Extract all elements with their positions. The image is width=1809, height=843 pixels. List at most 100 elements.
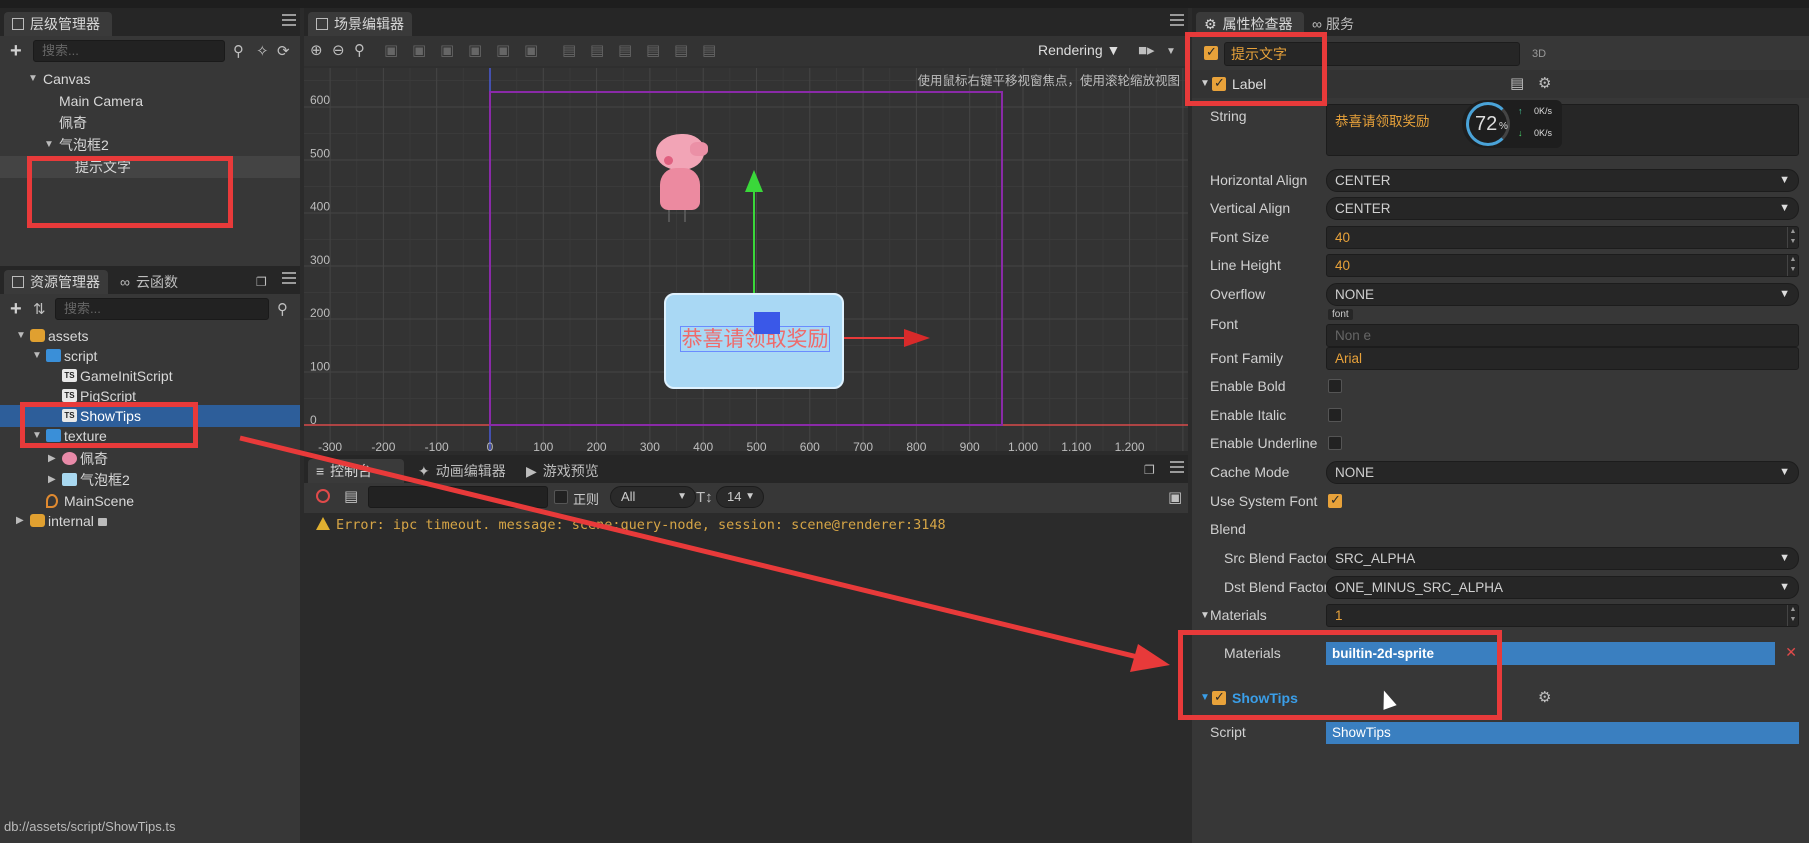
remove-icon[interactable]: ✕ (1785, 644, 1797, 661)
add-asset-button[interactable]: + (10, 299, 22, 319)
select-field[interactable]: NONE ▼ (1326, 283, 1799, 306)
expand-arrow-icon[interactable]: ▼ (32, 345, 42, 367)
popout-icon[interactable]: ❐ (256, 274, 267, 290)
checkbox[interactable] (1328, 492, 1342, 508)
zoom-out-icon[interactable]: ⊖ (332, 43, 345, 59)
zoom-in-icon[interactable]: ⊕ (310, 43, 323, 59)
string-textarea[interactable]: 恭喜请领取奖励 (1326, 104, 1799, 156)
tree-item-gameinitscript[interactable]: TS GameInitScript (0, 365, 300, 387)
component-gear-icon[interactable]: ⚙ (1538, 690, 1551, 706)
prop-row: Vertical Align CENTER ▼ (1192, 194, 1809, 222)
tab-hierarchy[interactable]: 层级管理器 (4, 12, 112, 36)
mode-3d-toggle[interactable]: 3D (1532, 48, 1546, 60)
align-center-icon[interactable]: ▣ (412, 43, 426, 59)
tree-item-main-camera[interactable]: Main Camera (0, 90, 300, 112)
console-filter-input[interactable] (368, 486, 548, 508)
select-field[interactable]: ONE_MINUS_SRC_ALPHA ▼ (1326, 576, 1799, 599)
expand-arrow-icon[interactable]: ▼ (16, 325, 26, 347)
tab-scene-editor[interactable]: 场景编辑器 (308, 12, 412, 36)
select-field[interactable]: SRC_ALPHA ▼ (1326, 547, 1799, 570)
stepper-icon[interactable]: ▲ ▼ (1787, 255, 1798, 276)
lock-icon (97, 518, 107, 526)
open-log-icon[interactable]: ▤ (344, 489, 358, 505)
checkbox[interactable] (1328, 408, 1342, 422)
anchor-point[interactable] (754, 312, 780, 334)
scene-canvas[interactable]: 600 500 400 300 200 100 0 -300 -200 -100 0 100 200 30… (304, 68, 1188, 451)
tree-item-internal[interactable]: ▶ internal (0, 510, 300, 532)
checkbox[interactable] (1328, 379, 1342, 393)
search-icon[interactable]: ⚲ (233, 44, 244, 60)
search-icon[interactable]: ⚲ (277, 302, 288, 318)
tab-cloud-functions[interactable]: ∞ 云函数 (112, 270, 188, 294)
render-mode-select[interactable]: Rendering ▼ (1038, 42, 1120, 58)
locate-icon[interactable]: ✧ (256, 44, 269, 60)
collapse-arrow-icon[interactable]: ▶ (16, 510, 24, 532)
assets-search-input[interactable]: 搜索... (55, 298, 269, 320)
scene-menu-icon[interactable] (1170, 14, 1184, 26)
number-input[interactable]: 1 ▲ ▼ (1326, 604, 1799, 627)
stepper-icon[interactable]: ▲ ▼ (1787, 605, 1798, 626)
align-bottom-icon[interactable]: ▣ (524, 43, 538, 59)
tree-item-mainscene[interactable]: MainScene (0, 490, 300, 512)
annotation-box (27, 156, 233, 228)
tab-game-preview[interactable]: ▶ 游戏预览 (518, 459, 609, 483)
tree-item-peppa[interactable]: 佩奇 (0, 112, 300, 134)
add-node-button[interactable]: + (10, 41, 22, 61)
font-size-select[interactable]: 14 ▼ (716, 486, 764, 508)
number-input[interactable]: 40 ▲ ▼ (1326, 254, 1799, 277)
zoom-fit-icon[interactable]: ⚲ (354, 43, 365, 59)
refresh-icon[interactable]: ⟳ (277, 44, 290, 60)
tree-item-bubble-texture[interactable]: ▶ 气泡框2 (0, 469, 300, 491)
hierarchy-menu-icon[interactable] (282, 14, 296, 26)
checkbox[interactable] (1328, 436, 1342, 450)
expand-arrow-icon[interactable]: ▼ (28, 68, 38, 90)
distribute-left-icon[interactable]: ▤ (646, 43, 660, 59)
align-top-icon[interactable]: ▣ (468, 43, 482, 59)
distribute-right-icon[interactable]: ▤ (702, 43, 716, 59)
tree-item-assets[interactable]: ▼ assets (0, 325, 300, 347)
console-menu-icon[interactable] (1170, 461, 1184, 473)
tab-console[interactable]: ≡ 控制台 (308, 459, 404, 483)
camera-dropdown-icon[interactable]: ▼ (1166, 44, 1176, 60)
tab-animation-editor[interactable]: ✦ 动画编辑器 (410, 459, 516, 483)
regex-checkbox[interactable] (554, 490, 568, 504)
x-tick-label: -300 (318, 440, 342, 451)
clear-icon[interactable] (316, 489, 330, 503)
tree-item-canvas[interactable]: ▼ Canvas (0, 68, 300, 90)
script-field[interactable]: ShowTips (1326, 722, 1799, 744)
select-field[interactable]: CENTER ▼ (1326, 169, 1799, 192)
stepper-icon[interactable]: ▲ ▼ (1787, 227, 1798, 248)
log-level-select[interactable]: All ▼ (610, 486, 696, 508)
scene-viewport[interactable]: 600 500 400 300 200 100 0 -300 -200 -100 0 100 200 30… (304, 68, 1188, 451)
select-field[interactable]: CENTER ▼ (1326, 197, 1799, 220)
tree-item-script-folder[interactable]: ▼ script (0, 345, 300, 367)
align-left-icon[interactable]: ▣ (384, 43, 398, 59)
camera-icon[interactable]: ■▸ (1138, 43, 1155, 59)
help-book-icon[interactable]: ▤ (1510, 76, 1524, 92)
collapse-arrow-icon[interactable]: ▼ (1200, 610, 1210, 621)
popout-icon[interactable]: ❐ (1144, 462, 1155, 478)
text-input[interactable]: Arial (1326, 347, 1799, 370)
distribute-middle-icon[interactable]: ▤ (590, 43, 604, 59)
peppa-sprite[interactable] (650, 134, 720, 224)
select-field[interactable]: NONE ▼ (1326, 461, 1799, 484)
tree-item-peppa-texture[interactable]: ▶ 佩奇 (0, 448, 300, 470)
collapse-arrow-icon[interactable]: ▶ (48, 469, 56, 491)
sort-icon[interactable]: ⇅ (33, 302, 46, 318)
number-input[interactable]: 40 ▲ ▼ (1326, 226, 1799, 249)
collapse-icon[interactable]: ▣ (1168, 490, 1182, 506)
assets-menu-icon[interactable] (282, 272, 296, 284)
scene-icon (316, 18, 328, 30)
distribute-bottom-icon[interactable]: ▤ (618, 43, 632, 59)
align-middle-icon[interactable]: ▣ (496, 43, 510, 59)
collapse-arrow-icon[interactable]: ▶ (48, 448, 56, 470)
error-log-entry[interactable]: Error: ipc timeout. message: scene:query… (316, 517, 946, 533)
expand-arrow-icon[interactable]: ▼ (44, 134, 54, 156)
tab-assets[interactable]: 资源管理器 (4, 270, 108, 294)
hierarchy-search-input[interactable]: 搜索... (33, 40, 225, 62)
tree-item-bubble[interactable]: ▼ 气泡框2 (0, 134, 300, 156)
component-gear-icon[interactable]: ⚙ (1538, 76, 1551, 92)
align-right-icon[interactable]: ▣ (440, 43, 454, 59)
distribute-top-icon[interactable]: ▤ (562, 43, 576, 59)
distribute-center-icon[interactable]: ▤ (674, 43, 688, 59)
